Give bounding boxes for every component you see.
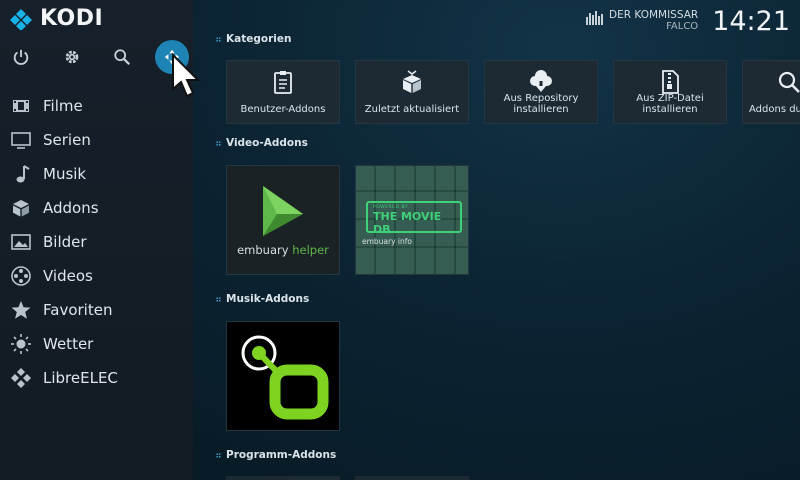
- tmdb-footer: embuary info: [362, 237, 413, 246]
- libreelec-icon: [11, 368, 31, 388]
- now-playing[interactable]: DER KOMMISSAR FALCO: [586, 9, 698, 33]
- menu-item-addons[interactable]: Addons: [0, 191, 193, 225]
- menu-item-favoriten[interactable]: Favoriten: [0, 293, 193, 327]
- section-dots-icon: [216, 140, 221, 146]
- section-title-programm-addons: Programm-Addons: [216, 449, 336, 461]
- section-title-musik-addons: Musik-Addons: [216, 293, 309, 305]
- category-benutzer-addons[interactable]: Benutzer-Addons: [226, 60, 340, 124]
- section-title-video-addons: Video-Addons: [216, 137, 308, 149]
- menu-label: Videos: [43, 267, 93, 285]
- music-note-icon: [16, 165, 30, 183]
- embuary-helper-label: embuary helper: [237, 243, 329, 257]
- now-playing-title: DER KOMMISSAR: [609, 9, 699, 21]
- menu-label: Serien: [43, 131, 91, 149]
- open-box-icon: [403, 70, 421, 93]
- category-aus-zip-datei[interactable]: Aus ZIP-Datei installieren: [613, 60, 727, 124]
- search-icon: [778, 71, 800, 93]
- cloud-download-icon: [530, 70, 552, 92]
- programm-addon-tile-partial[interactable]: [226, 476, 340, 480]
- search-button[interactable]: [105, 40, 139, 74]
- embuary-play-icon: [263, 186, 303, 236]
- top-actions: [0, 40, 193, 74]
- menu-item-filme[interactable]: Filme: [0, 89, 193, 123]
- tile-label: Aus Repository installieren: [503, 93, 579, 115]
- menu-label: Bilder: [43, 233, 87, 251]
- addon-embuary-helper[interactable]: embuary helper: [226, 165, 340, 275]
- menu-label: Musik: [43, 165, 87, 183]
- category-addons-durchsuchen[interactable]: Addons du: [742, 60, 800, 124]
- tile-label: Benutzer-Addons: [240, 104, 326, 115]
- settings-gear-icon: [65, 50, 79, 64]
- section-dots-icon: [216, 296, 221, 302]
- sidebar: KODI Filme Serien Musik Addons Bilder Vi…: [0, 0, 193, 480]
- header-status: DER KOMMISSAR FALCO 14:21: [586, 4, 790, 38]
- tile-label: Addons du: [749, 104, 800, 115]
- star-icon: [11, 301, 31, 319]
- clipboard-list-icon: [274, 71, 292, 94]
- film-icon: [13, 100, 29, 112]
- addon-music-green-logo[interactable]: [226, 321, 340, 431]
- menu-item-wetter[interactable]: Wetter: [0, 327, 193, 361]
- kodi-logo[interactable]: KODI: [10, 6, 103, 31]
- music-addon-logo-icon: [241, 335, 329, 420]
- section-dots-icon: [216, 452, 221, 458]
- picture-icon: [11, 234, 31, 250]
- power-button[interactable]: [4, 40, 38, 74]
- menu-item-musik[interactable]: Musik: [0, 157, 193, 191]
- settings-button[interactable]: [55, 40, 89, 74]
- programm-addon-tile-partial[interactable]: [355, 476, 469, 480]
- main-menu: Filme Serien Musik Addons Bilder Videos …: [0, 89, 193, 395]
- zip-file-icon: [662, 70, 679, 94]
- tmdb-badge: POWERED BY THE MOVIE DB: [366, 201, 462, 236]
- category-aus-repository[interactable]: Aus Repository installieren: [484, 60, 598, 124]
- addon-the-movie-db[interactable]: POWERED BY THE MOVIE DB embuary info: [355, 165, 469, 275]
- menu-item-bilder[interactable]: Bilder: [0, 225, 193, 259]
- menu-label: Wetter: [43, 335, 94, 353]
- menu-label: Addons: [43, 199, 99, 217]
- power-icon: [13, 49, 29, 65]
- category-zuletzt-aktualisiert[interactable]: Zuletzt aktualisiert: [355, 60, 469, 124]
- section-title-kategorien: Kategorien: [216, 33, 291, 45]
- kodi-logo-icon: [10, 8, 32, 30]
- tile-label: Zuletzt aktualisiert: [364, 104, 460, 115]
- menu-item-serien[interactable]: Serien: [0, 123, 193, 157]
- clock: 14:21: [712, 5, 790, 37]
- menu-label: Favoriten: [43, 301, 113, 319]
- addons-box-icon: [13, 200, 29, 217]
- tile-label: Aus ZIP-Datei installieren: [636, 93, 704, 115]
- mouse-pointer-icon: [172, 52, 201, 98]
- search-icon: [114, 49, 130, 65]
- now-playing-artist: FALCO: [666, 21, 699, 32]
- menu-item-libreelec[interactable]: LibreELEC: [0, 361, 193, 395]
- menu-label: LibreELEC: [43, 369, 118, 387]
- kodi-logo-text: KODI: [40, 6, 104, 31]
- section-dots-icon: [216, 36, 221, 42]
- menu-label: Filme: [43, 97, 83, 115]
- tv-icon: [11, 132, 31, 149]
- equalizer-icon: [586, 11, 604, 25]
- sun-icon: [11, 334, 31, 354]
- menu-item-videos[interactable]: Videos: [0, 259, 193, 293]
- film-reel-icon: [11, 266, 31, 286]
